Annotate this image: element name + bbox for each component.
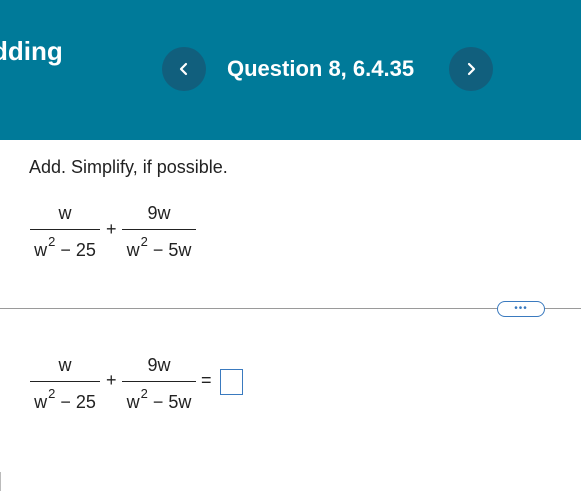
question-title: Question 8, 6.4.35: [227, 56, 415, 81]
fraction-bar: [122, 229, 196, 230]
den-exponent: 2: [48, 234, 56, 249]
scroll-edge: [0, 472, 1, 491]
den-rest: − 25: [55, 392, 96, 412]
fraction-bar: [122, 381, 196, 382]
header-bar: dding Question 8, 6.4.35: [0, 0, 581, 140]
fraction-bar: [30, 229, 100, 230]
plus-operator: +: [106, 219, 117, 239]
chevron-right-icon: [467, 62, 476, 76]
den-exponent: 2: [140, 234, 148, 249]
numerator: 9w: [147, 203, 171, 223]
denominator: w2 − 25: [30, 234, 100, 261]
more-options-button[interactable]: •••: [497, 301, 545, 317]
problem-fraction-2: 9w w2 − 5w: [122, 200, 196, 270]
previous-question-button[interactable]: [162, 47, 206, 91]
numerator: w: [58, 203, 72, 223]
den-rest: − 5w: [147, 240, 192, 260]
den-base: w: [126, 240, 140, 260]
den-rest: − 5w: [147, 392, 192, 412]
chevron-left-icon: [179, 62, 188, 76]
answer-fraction-2: 9w w2 − 5w: [122, 352, 196, 422]
den-base: w: [126, 392, 140, 412]
denominator: w2 − 25: [30, 386, 100, 413]
section-divider: [0, 308, 581, 309]
page-title: dding: [0, 36, 63, 66]
den-exponent: 2: [140, 386, 148, 401]
den-base: w: [34, 392, 48, 412]
den-base: w: [34, 240, 48, 260]
den-rest: − 25: [55, 240, 96, 260]
equals-sign: =: [201, 370, 212, 390]
instruction-text: Add. Simplify, if possible.: [29, 157, 228, 177]
den-exponent: 2: [48, 386, 56, 401]
plus-operator: +: [106, 370, 117, 390]
problem-fraction-1: w w2 − 25: [30, 200, 100, 270]
denominator: w2 − 5w: [122, 386, 196, 413]
numerator: w: [58, 355, 72, 375]
answer-input[interactable]: [220, 369, 243, 395]
next-question-button[interactable]: [449, 47, 493, 91]
answer-fraction-1: w w2 − 25: [30, 352, 100, 422]
numerator: 9w: [147, 355, 171, 375]
fraction-bar: [30, 381, 100, 382]
denominator: w2 − 5w: [122, 234, 196, 261]
